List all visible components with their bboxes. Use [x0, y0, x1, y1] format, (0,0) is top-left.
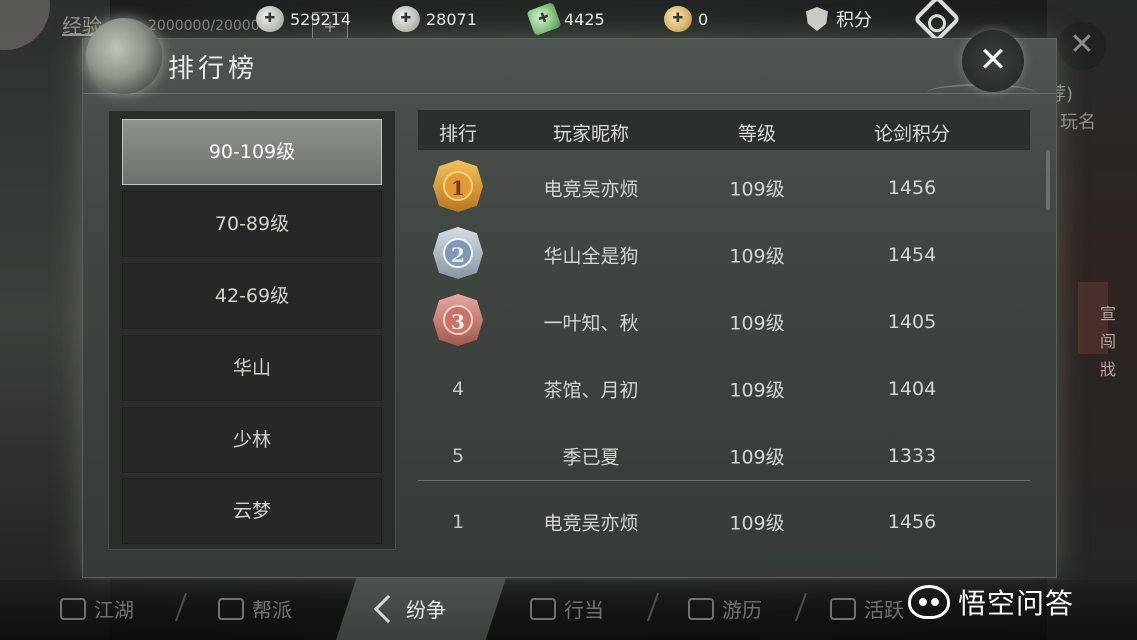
currency-silver-ingot[interactable]: ✚ 28071	[392, 6, 477, 32]
background-close-icon: ✕	[1058, 22, 1106, 70]
row-level: 109级	[729, 446, 785, 469]
tab-shaolin[interactable]: 少林	[122, 407, 382, 473]
silver-medal-icon: 2	[433, 227, 483, 279]
row-score: 1404	[887, 378, 937, 400]
self-score: 1456	[887, 511, 937, 533]
currency-film-reel[interactable]: ✚ 529214	[256, 6, 351, 32]
row-score: 1454	[887, 244, 937, 266]
banner-icon	[218, 597, 244, 620]
currency-value: 4425	[564, 9, 605, 29]
row-score: 1333	[887, 445, 937, 467]
table-scrollbar[interactable]	[1046, 150, 1050, 210]
gold-ingot-icon: ✚	[664, 6, 692, 32]
tab-yunmeng[interactable]: 云梦	[122, 478, 382, 544]
wukong-logo-icon	[908, 585, 950, 619]
row-level: 109级	[729, 379, 785, 402]
self-rank: 1	[451, 511, 465, 533]
background-right-label: 玩名	[1060, 112, 1096, 133]
row-level: 109级	[729, 178, 785, 201]
nav-label: 纷争	[406, 598, 446, 622]
tab-70-89[interactable]: 70-89级	[122, 191, 382, 257]
nav-label: 江湖	[94, 598, 134, 622]
nav-label: 游历	[722, 598, 762, 622]
row-score: 1405	[887, 311, 937, 333]
bronze-medal-icon: 3	[433, 294, 483, 346]
row-player-name[interactable]: 季已夏	[562, 443, 619, 470]
currency-value: 28071	[426, 9, 477, 29]
row-rank: 4	[451, 378, 465, 400]
magnifier-icon	[688, 597, 714, 620]
row-player-name[interactable]: 茶馆、月初	[543, 376, 638, 403]
self-level: 109级	[729, 512, 785, 535]
crossed-swords-icon	[373, 594, 403, 623]
settings-gear-icon[interactable]	[912, 0, 962, 44]
moon-emblem-icon	[86, 18, 162, 94]
medal-rank: 2	[443, 238, 473, 268]
jade-ticket-icon: ✚	[526, 1, 562, 37]
nav-bangpai[interactable]: 帮派	[218, 594, 292, 623]
header-score: 论剑积分	[873, 123, 951, 145]
silver-ingot-icon: ✚	[392, 6, 420, 32]
header-player-name: 玩家昵称	[552, 123, 630, 145]
shield-icon	[806, 7, 828, 31]
nav-hangdang[interactable]: 行当	[530, 594, 604, 623]
nav-youli[interactable]: 游历	[688, 594, 762, 623]
scroll-icon	[530, 597, 556, 620]
currency-value: 529214	[290, 9, 352, 29]
background-red-text: 宣闯戕	[1100, 304, 1117, 379]
row-player-name[interactable]: 一叶知、秋	[543, 309, 638, 336]
tab-huashan[interactable]: 华山	[122, 335, 382, 401]
nav-fenzheng[interactable]: 纷争	[373, 594, 446, 623]
score-label: 积分	[836, 10, 872, 31]
row-level: 109级	[729, 245, 785, 268]
gold-medal-icon: 1	[433, 160, 483, 212]
row-player-name[interactable]: 华山全是狗	[543, 242, 638, 269]
header-level: 等级	[737, 123, 777, 145]
tab-42-69[interactable]: 42-69级	[122, 263, 382, 329]
row-score: 1456	[887, 177, 937, 199]
row-level: 109级	[729, 312, 785, 335]
nav-jianghu[interactable]: 江湖	[60, 594, 134, 623]
book-icon	[60, 597, 86, 620]
score-button[interactable]: 积分	[806, 6, 872, 32]
currency-gold-ingot[interactable]: ✚ 0	[664, 6, 708, 32]
film-reel-icon: ✚	[256, 6, 284, 32]
watermark: 悟空问答	[908, 582, 1074, 622]
header-rank: 排行	[438, 123, 478, 145]
watermark-text: 悟空问答	[958, 587, 1075, 620]
panel-title: 排行榜	[168, 54, 259, 84]
self-row-divider	[418, 480, 1030, 481]
activity-badge-icon	[830, 597, 856, 620]
row-player-name[interactable]: 电竞吴亦烦	[543, 175, 638, 202]
self-player-name: 电竞吴亦烦	[543, 512, 639, 535]
nav-label: 行当	[564, 598, 604, 622]
nav-label: 活跃	[864, 598, 904, 622]
currency-value: 0	[698, 9, 709, 29]
close-button[interactable]: ✕	[962, 30, 1024, 92]
tab-90-109[interactable]: 90-109级	[122, 119, 382, 185]
row-rank: 5	[451, 445, 465, 467]
currency-jade-ticket[interactable]: ✚ 4425	[526, 1, 605, 37]
medal-rank: 1	[443, 171, 473, 201]
nav-huoyue[interactable]: 活跃	[830, 594, 904, 623]
medal-rank: 3	[443, 305, 473, 335]
nav-label: 帮派	[252, 598, 292, 622]
